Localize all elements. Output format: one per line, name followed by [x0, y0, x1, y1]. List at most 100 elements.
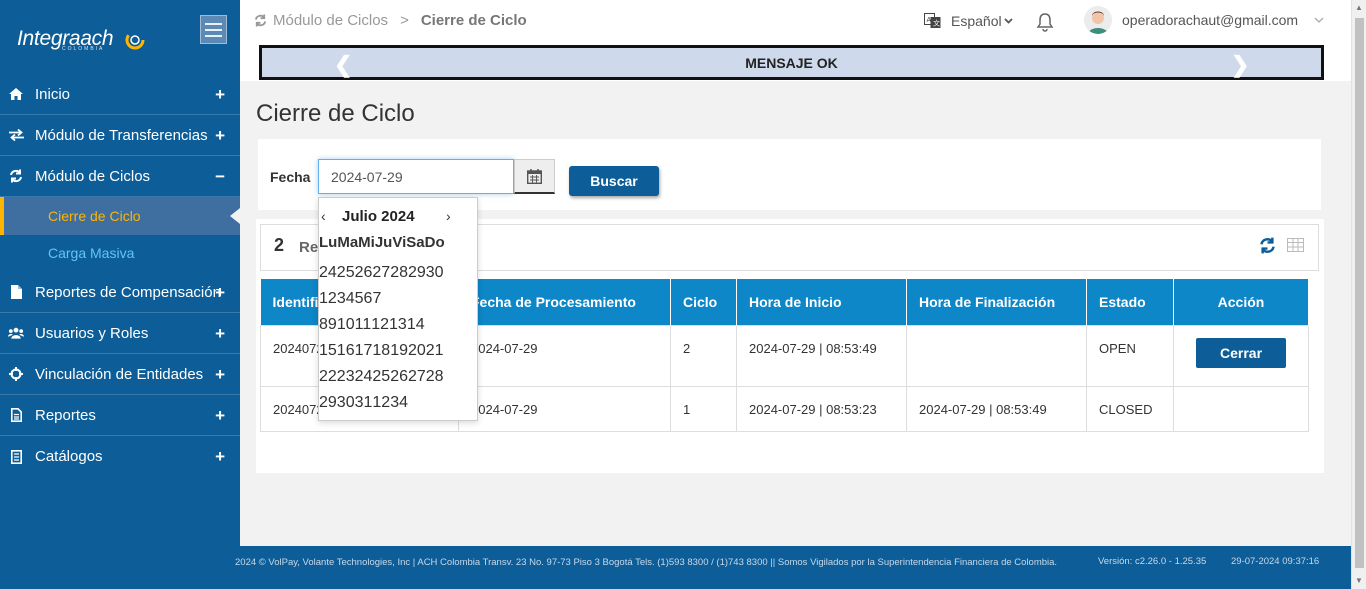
column-header[interactable]: Estado	[1086, 279, 1174, 325]
datepicker-day[interactable]: 24	[355, 368, 373, 386]
datepicker-next-button[interactable]: ›	[446, 208, 451, 224]
datepicker-day[interactable]: 10	[337, 316, 355, 334]
column-header[interactable]: Ciclo	[670, 279, 737, 325]
datepicker-day[interactable]: 25	[337, 264, 355, 282]
sidebar-item-ciclos[interactable]: Módulo de Ciclos −	[0, 156, 240, 197]
sidebar-item-vinculacion[interactable]: Vinculación de Entidades +	[0, 354, 240, 395]
datepicker-day[interactable]: 1	[372, 394, 381, 412]
datepicker-day[interactable]: 8	[319, 316, 328, 334]
expand-icon[interactable]: +	[215, 406, 225, 426]
datepicker-month-label[interactable]: Julio 2024	[342, 208, 415, 225]
datepicker-day[interactable]: 9	[328, 316, 337, 334]
breadcrumb-separator: >	[400, 12, 409, 29]
datepicker-day[interactable]: 2	[328, 290, 337, 308]
sidebar-item-reportes[interactable]: Reportes +	[0, 395, 240, 436]
sidebar-item-reportes-compensacion[interactable]: Reportes de Compensación +	[0, 272, 240, 313]
datepicker-day[interactable]: 1	[319, 290, 328, 308]
datepicker-day[interactable]: 12	[371, 316, 389, 334]
datepicker-day[interactable]: 5	[355, 290, 364, 308]
datepicker-day[interactable]: 3	[337, 290, 346, 308]
datepicker-day[interactable]: 18	[372, 342, 390, 360]
datepicker-day[interactable]: 6	[364, 290, 373, 308]
datepicker-day[interactable]: 21	[426, 342, 444, 360]
datepicker-day[interactable]: 4	[399, 394, 408, 412]
datepicker-day[interactable]: 17	[355, 342, 373, 360]
avatar	[1084, 6, 1112, 34]
sidebar-subitem-cierre-de-ciclo[interactable]: Cierre de Ciclo	[0, 197, 240, 235]
users-icon	[8, 327, 24, 339]
language-selector[interactable]: A文 Español	[924, 12, 1013, 29]
cerrar-button[interactable]: Cerrar	[1196, 337, 1286, 368]
scroll-down-icon[interactable]: ▼	[1355, 576, 1363, 585]
banner-message: MENSAJE OK	[745, 54, 838, 71]
scroll-up-icon[interactable]: ▲	[1355, 3, 1363, 12]
datepicker-day[interactable]: 28	[390, 264, 408, 282]
file-text-icon	[8, 408, 24, 422]
weekday-label: Sa	[406, 234, 425, 251]
expand-icon[interactable]: +	[215, 365, 225, 385]
column-header[interactable]: Hora de Inicio	[736, 279, 907, 325]
datepicker-day[interactable]: 19	[390, 342, 408, 360]
datepicker-day[interactable]: 11	[355, 316, 372, 334]
datepicker-day[interactable]: 3	[390, 394, 399, 412]
buscar-button[interactable]: Buscar	[569, 166, 659, 196]
sidebar-item-usuarios-roles[interactable]: Usuarios y Roles +	[0, 313, 240, 354]
datepicker-day[interactable]: 13	[389, 316, 407, 334]
datepicker-prev-button[interactable]: ‹	[321, 208, 326, 224]
calendar-button[interactable]	[514, 159, 555, 194]
expand-icon[interactable]: +	[215, 283, 225, 303]
cell-fecha: 2024-07-29	[458, 324, 671, 387]
datepicker-day[interactable]: 31	[355, 394, 373, 412]
datepicker-day[interactable]: 2	[381, 394, 390, 412]
datepicker-day[interactable]: 7	[372, 290, 381, 308]
refresh-icon	[254, 14, 267, 27]
datepicker-day[interactable]: 15	[319, 342, 337, 360]
datepicker-day[interactable]: 22	[319, 368, 337, 386]
breadcrumb-parent[interactable]: Módulo de Ciclos	[273, 12, 388, 29]
refresh-icon[interactable]	[1259, 237, 1276, 254]
expand-icon[interactable]: +	[215, 126, 225, 146]
page-scrollbar[interactable]: ▲ ▼	[1351, 0, 1366, 589]
logo-ring-icon	[125, 30, 145, 50]
sidebar-item-label: Módulo de Ciclos	[35, 167, 151, 185]
datepicker-day[interactable]: 30	[337, 394, 355, 412]
scrollbar-thumb[interactable]	[1355, 18, 1364, 568]
datepicker-day[interactable]: 29	[408, 264, 426, 282]
chevron-right-icon[interactable]: ❯	[1231, 52, 1249, 78]
datepicker-day[interactable]: 26	[355, 264, 373, 282]
notifications-bell-icon[interactable]	[1036, 12, 1054, 37]
column-header[interactable]: Hora de Finalización	[906, 279, 1087, 325]
datepicker-day[interactable]: 23	[337, 368, 355, 386]
sidebar-item-label: Reportes de Compensación	[35, 283, 221, 301]
sidebar-item-catalogos[interactable]: Catálogos +	[0, 436, 240, 477]
menu-toggle-button[interactable]	[200, 15, 227, 44]
datepicker-day[interactable]: 27	[372, 264, 390, 282]
datepicker-day[interactable]: 26	[390, 368, 408, 386]
sidebar-item-label: Reportes	[35, 406, 96, 424]
datepicker-day[interactable]: 25	[372, 368, 390, 386]
user-menu[interactable]: operadorachaut@gmail.com	[1084, 6, 1324, 34]
sidebar-item-inicio[interactable]: Inicio +	[0, 74, 240, 115]
expand-icon[interactable]: +	[215, 85, 225, 105]
datepicker-popup: ‹ Julio 2024 › Lu Ma Mi Ju Vi Sa Do 24 25…	[318, 197, 478, 421]
datepicker-day[interactable]: 24	[319, 264, 337, 282]
date-input[interactable]	[318, 159, 514, 194]
datepicker-day[interactable]: 4	[346, 290, 355, 308]
datepicker-day[interactable]: 14	[407, 316, 425, 334]
svg-text:A: A	[927, 17, 932, 24]
expand-icon[interactable]: +	[215, 447, 225, 467]
datepicker-day[interactable]: 20	[408, 342, 426, 360]
expand-icon[interactable]: +	[215, 324, 225, 344]
translate-icon: A文	[924, 13, 941, 28]
sidebar-subitem-carga-masiva[interactable]: Carga Masiva	[0, 234, 240, 272]
table-grid-icon[interactable]	[1287, 238, 1304, 252]
collapse-icon[interactable]: −	[215, 167, 225, 187]
datepicker-day[interactable]: 16	[337, 342, 355, 360]
datepicker-day[interactable]: 28	[426, 368, 444, 386]
sidebar-item-transferencias[interactable]: Módulo de Transferencias +	[0, 115, 240, 156]
column-header[interactable]: Fecha de Procesamiento	[458, 279, 671, 325]
datepicker-day[interactable]: 30	[426, 264, 444, 282]
datepicker-day[interactable]: 27	[408, 368, 426, 386]
datepicker-day[interactable]: 29	[319, 394, 337, 412]
chevron-left-icon[interactable]: ❮	[334, 52, 352, 78]
